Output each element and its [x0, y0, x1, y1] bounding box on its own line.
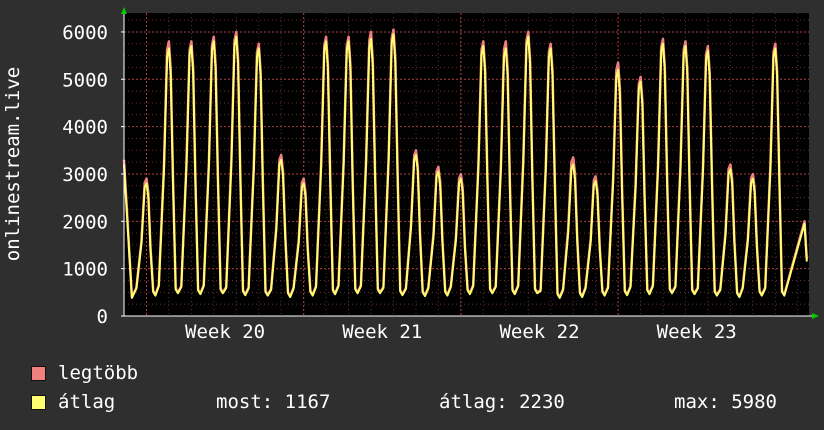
legend-avg-label: átlag [58, 391, 116, 413]
y-tick-label: 5000 [62, 69, 108, 91]
y-tick-label: 0 [97, 306, 108, 328]
y-tick-label: 6000 [62, 22, 108, 44]
y-axis-arrow-icon [121, 7, 127, 14]
x-tick-label: Week 21 [342, 321, 422, 343]
x-axis-arrow-icon [812, 313, 819, 319]
legend-max-swatch [31, 366, 46, 381]
x-tick-label: Week 23 [657, 321, 737, 343]
x-tick-label: Week 22 [499, 321, 579, 343]
x-tick-label: Week 20 [185, 321, 265, 343]
y-tick-label: 3000 [62, 164, 108, 186]
stat-max: max: 5980 [674, 391, 777, 413]
stat-average: átlag: 2230 [439, 391, 565, 413]
y-tick-label: 2000 [62, 211, 108, 233]
line-chart: 0 1000 2000 3000 4000 5000 6000 Week 20 Week 21 W… [2, 7, 819, 343]
y-tick-label: 1000 [62, 259, 108, 281]
stat-now: most: 1167 [216, 391, 331, 413]
legend-avg-swatch [31, 395, 46, 410]
y-axis-label: onlinestream.live [2, 67, 24, 261]
chart-panel: 0 1000 2000 3000 4000 5000 6000 Week 20 Week 21 W… [0, 0, 824, 430]
legend-max-label: legtöbb [58, 362, 139, 384]
y-tick-label: 4000 [62, 117, 108, 139]
